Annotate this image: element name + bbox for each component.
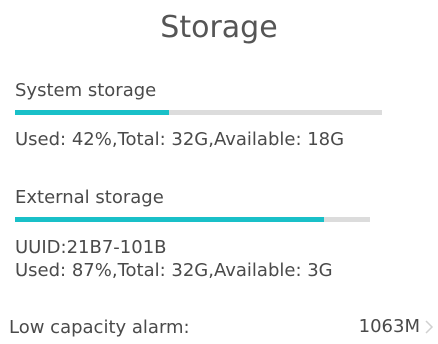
- page-title: Storage: [160, 10, 278, 45]
- system-storage-label: System storage: [15, 80, 157, 101]
- external-storage-section: External storage UUID:21B7-101B Used: 87…: [15, 185, 370, 282]
- system-storage-section: System storage Used: 42%,Total: 32G,Avai…: [15, 78, 382, 151]
- chevron-right-icon: [425, 320, 434, 334]
- low-capacity-alarm-row[interactable]: Low capacity alarm: 1063M: [9, 313, 438, 341]
- system-storage-progress-fill: [15, 110, 170, 115]
- external-storage-progress-bar: [15, 217, 370, 222]
- external-storage-label: External storage: [15, 187, 164, 208]
- low-capacity-alarm-value: 1063M: [358, 316, 420, 337]
- external-storage-progress-fill: [15, 217, 324, 222]
- system-storage-details: Used: 42%,Total: 32G,Available: 18G: [15, 129, 345, 150]
- system-storage-progress-bar: [15, 110, 382, 115]
- low-capacity-alarm-label: Low capacity alarm:: [9, 316, 190, 338]
- external-storage-details: Used: 87%,Total: 32G,Available: 3G: [15, 260, 333, 281]
- external-storage-uuid: UUID:21B7-101B: [15, 237, 167, 258]
